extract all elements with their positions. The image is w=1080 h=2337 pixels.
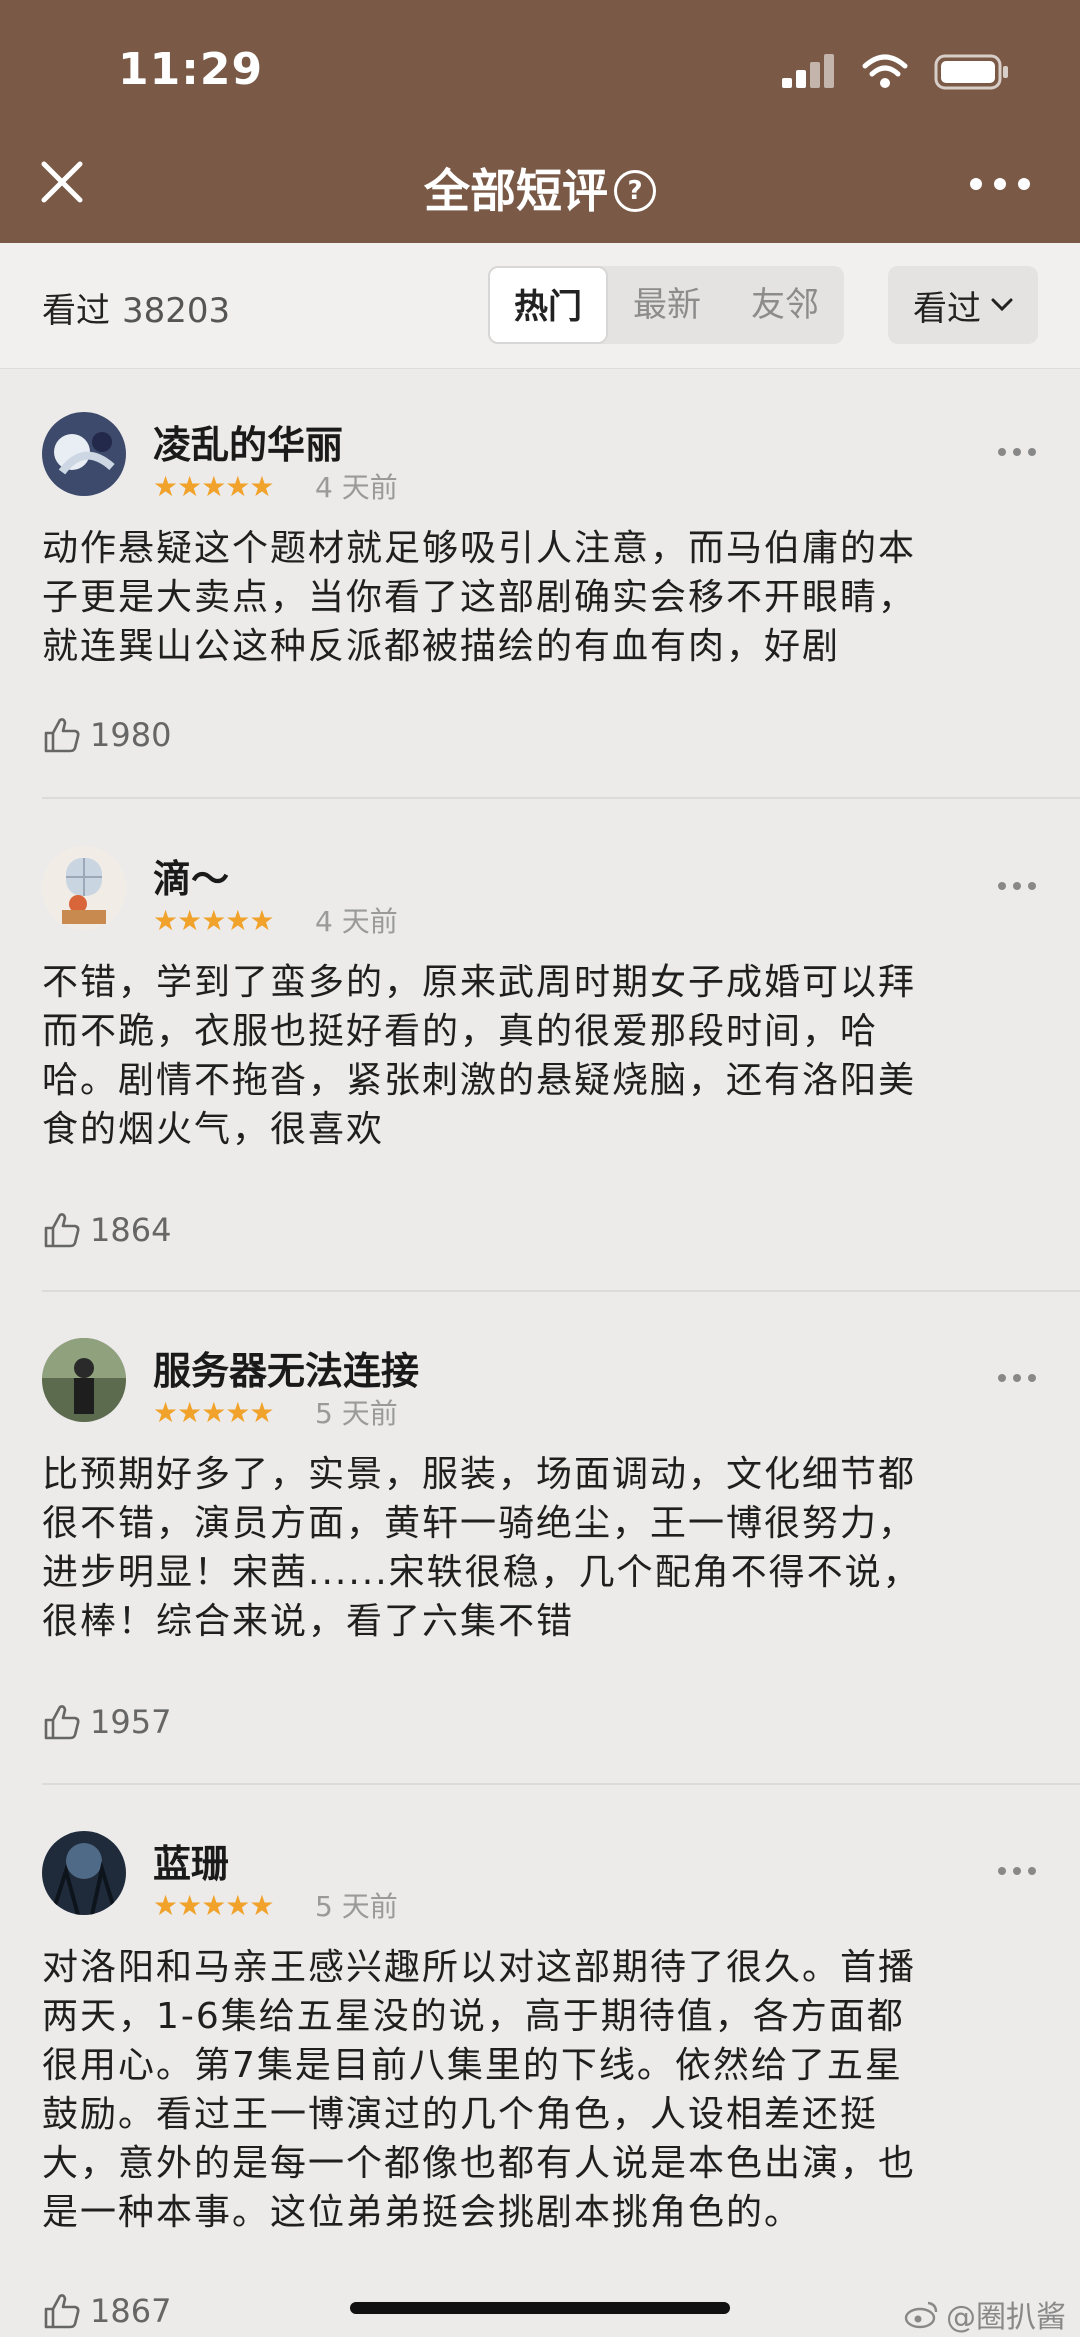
like-button[interactable]: 1957 <box>42 1702 171 1742</box>
review-line: 进步明显！宋茜......宋轶很稳，几个配角不得不说， <box>42 1552 921 1593</box>
more-options-icon[interactable] <box>970 178 1030 190</box>
username[interactable]: 蓝珊 <box>153 1833 229 1888</box>
filter-bar: 看过 38203 热门 最新 友邻 看过 <box>0 243 1080 369</box>
avatar[interactable] <box>42 412 126 496</box>
weibo-icon <box>904 2301 938 2329</box>
tab-hot[interactable]: 热门 <box>488 266 608 344</box>
review-more-icon[interactable] <box>998 882 1036 890</box>
status-icons <box>782 52 1010 92</box>
thumbs-up-icon <box>44 718 80 753</box>
watermark-text: @圈扒酱 <box>946 2300 1066 2335</box>
divider <box>42 1290 1080 1292</box>
avatar[interactable] <box>42 1831 126 1915</box>
username[interactable]: 滴～ <box>153 848 229 903</box>
like-count: 1864 <box>90 1211 172 1249</box>
divider <box>42 797 1080 799</box>
review-line: 食的烟火气，很喜欢 <box>42 1109 385 1150</box>
avatar[interactable] <box>42 846 126 930</box>
top-bar: 11:29 全部短评? <box>0 0 1080 243</box>
review-line: 就连巽山公这种反派都被描绘的有血有肉，好剧 <box>42 626 841 667</box>
sort-tabs: 热门 最新 友邻 <box>488 266 844 344</box>
page-title: 全部短评? <box>0 155 1080 221</box>
review-line: 很不错，演员方面，黄轩一骑绝尘，王一博很努力， <box>42 1503 917 1544</box>
review-line: 大，意外的是每一个都像也都有人说是本色出演，也 <box>42 2143 917 2184</box>
review-text: 对洛阳和马亲王感兴趣所以对这部期待了很久。首播 两天，1-6集给五星没的说，高于… <box>42 1943 1042 2237</box>
thumbs-up-icon <box>44 1213 80 1248</box>
like-button[interactable]: 1864 <box>42 1210 171 1250</box>
review-line: 是一种本事。这位弟弟挺会挑剧本挑角色的。 <box>42 2192 803 2233</box>
thumbs-up-icon <box>44 2294 80 2329</box>
like-button[interactable]: 1980 <box>42 715 171 755</box>
review-line: 哈。剧情不拖沓，紧张刺激的悬疑烧脑，还有洛阳美 <box>42 1060 917 1101</box>
seen-count-label: 看过 38203 <box>42 283 230 332</box>
review-line: 很棒！综合来说，看了六集不错 <box>42 1601 575 1642</box>
review-line: 不错，学到了蛮多的，原来武周时期女子成婚可以拜 <box>42 962 917 1003</box>
review-line: 比预期好多了，实景，服装，场面调动，文化细节都 <box>42 1454 917 1495</box>
review-more-icon[interactable] <box>998 1374 1036 1382</box>
username[interactable]: 凌乱的华丽 <box>153 414 343 469</box>
review-line: 很用心。第7集是目前八集里的下线。依然给了五星 <box>42 2045 903 2086</box>
avatar[interactable] <box>42 1338 126 1422</box>
page-title-text: 全部短评 <box>424 164 608 218</box>
review-line: 动作悬疑这个题材就足够吸引人注意，而马伯庸的本 <box>42 528 917 569</box>
rating-stars: ★★★★★ <box>153 904 275 937</box>
divider <box>42 1783 1080 1785</box>
review-line: 两天，1-6集给五星没的说，高于期待值，各方面都 <box>42 1996 905 2037</box>
review-date: 5 天前 <box>315 1890 398 1923</box>
tab-friends[interactable]: 友邻 <box>726 266 844 344</box>
review-date: 5 天前 <box>315 1397 398 1430</box>
like-count: 1867 <box>90 2292 172 2330</box>
dropdown-value: 看过 <box>913 288 981 329</box>
review-line: 子更是大卖点，当你看了这部剧确实会移不开眼睛， <box>42 577 917 618</box>
like-count: 1957 <box>90 1703 172 1741</box>
thumbs-up-icon <box>44 1705 80 1740</box>
review-line: 而不跪，衣服也挺好看的，真的很爱那段时间，哈 <box>42 1011 879 1052</box>
review-date: 4 天前 <box>315 905 398 938</box>
review-date: 4 天前 <box>315 471 398 504</box>
review-text: 比预期好多了，实景，服装，场面调动，文化细节都 很不错，演员方面，黄轩一骑绝尘，… <box>42 1450 1042 1646</box>
like-count: 1980 <box>90 716 172 754</box>
battery-icon <box>934 54 1008 90</box>
like-button[interactable]: 1867 <box>42 2291 171 2331</box>
seen-label: 看过 <box>42 291 110 331</box>
rating-stars: ★★★★★ <box>153 1396 275 1429</box>
signal-icon <box>782 54 834 88</box>
wifi-icon <box>862 54 908 88</box>
home-indicator[interactable] <box>350 2302 730 2314</box>
rating-stars: ★★★★★ <box>153 1889 275 1922</box>
username[interactable]: 服务器无法连接 <box>153 1340 419 1395</box>
status-time: 11:29 <box>118 44 264 95</box>
review-more-icon[interactable] <box>998 448 1036 456</box>
rating-stars: ★★★★★ <box>153 470 275 503</box>
status-dropdown[interactable]: 看过 <box>888 266 1038 344</box>
seen-count: 38203 <box>122 291 231 331</box>
review-text: 不错，学到了蛮多的，原来武周时期女子成婚可以拜 而不跪，衣服也挺好看的，真的很爱… <box>42 958 1042 1154</box>
watermark: @圈扒酱 <box>904 2292 1066 2336</box>
chevron-down-icon <box>991 298 1013 312</box>
review-text: 动作悬疑这个题材就足够吸引人注意，而马伯庸的本 子更是大卖点，当你看了这部剧确实… <box>42 524 1042 671</box>
review-line: 对洛阳和马亲王感兴趣所以对这部期待了很久。首播 <box>42 1947 917 1988</box>
help-icon[interactable]: ? <box>614 169 656 212</box>
review-more-icon[interactable] <box>998 1867 1036 1875</box>
review-line: 鼓励。看过王一博演过的几个角色，人设相差还挺 <box>42 2094 879 2135</box>
tab-latest[interactable]: 最新 <box>608 266 726 344</box>
